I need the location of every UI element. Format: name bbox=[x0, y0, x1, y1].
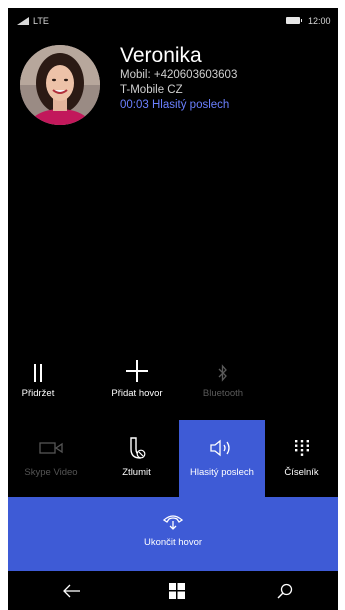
video-icon bbox=[39, 442, 63, 454]
skype-video-button[interactable]: Skype Video bbox=[8, 420, 94, 497]
caller-info: Veronika Mobil: +420603603603 T-Mobile C… bbox=[120, 44, 237, 113]
call-options-row: Skype Video Ztlumit Hlasitý poslech Číse… bbox=[8, 420, 338, 497]
call-status: 00:03 Hlasitý poslech bbox=[120, 98, 237, 113]
call-mode: Hlasitý poslech bbox=[151, 99, 230, 111]
add-call-button[interactable]: Přidat hovor bbox=[102, 358, 172, 399]
caller-name: Veronika bbox=[120, 44, 202, 67]
speaker-button[interactable]: Hlasitý poslech bbox=[179, 420, 265, 497]
bluetooth-button[interactable]: Bluetooth bbox=[188, 358, 258, 399]
mute-button[interactable]: Ztlumit bbox=[94, 420, 179, 497]
plus-icon bbox=[126, 360, 148, 382]
navigation-bar bbox=[8, 571, 338, 610]
signal-icon bbox=[17, 17, 29, 25]
mute-icon bbox=[129, 437, 145, 459]
bluetooth-icon bbox=[218, 364, 227, 382]
keypad-icon bbox=[294, 440, 309, 456]
battery-icon bbox=[286, 17, 302, 24]
search-button[interactable] bbox=[273, 579, 297, 603]
phone-screen: LTE 12:00 Veronika Mobil: +420603603603 … bbox=[8, 8, 338, 610]
caller-avatar bbox=[20, 45, 100, 125]
back-button[interactable] bbox=[60, 579, 84, 603]
keypad-button[interactable]: Číselník bbox=[265, 420, 338, 497]
start-button[interactable] bbox=[165, 579, 189, 603]
end-call-icon bbox=[162, 515, 184, 530]
call-duration: 00:03 bbox=[120, 99, 149, 111]
caller-number: Mobil: +420603603603 bbox=[120, 69, 238, 81]
network-label: LTE bbox=[33, 16, 49, 26]
pause-icon bbox=[34, 364, 42, 382]
speaker-icon bbox=[210, 439, 230, 457]
clock: 12:00 bbox=[308, 16, 331, 26]
end-call-button[interactable]: Ukončit hovor bbox=[8, 497, 338, 571]
call-actions-row: Přidržet Přidat hovor Bluetooth bbox=[8, 358, 338, 413]
back-icon bbox=[63, 584, 80, 598]
hold-button[interactable]: Přidržet bbox=[18, 358, 58, 399]
windows-icon bbox=[169, 583, 185, 599]
status-bar: LTE 12:00 bbox=[8, 8, 338, 34]
search-icon bbox=[277, 583, 293, 599]
caller-carrier: T-Mobile CZ bbox=[120, 84, 183, 96]
